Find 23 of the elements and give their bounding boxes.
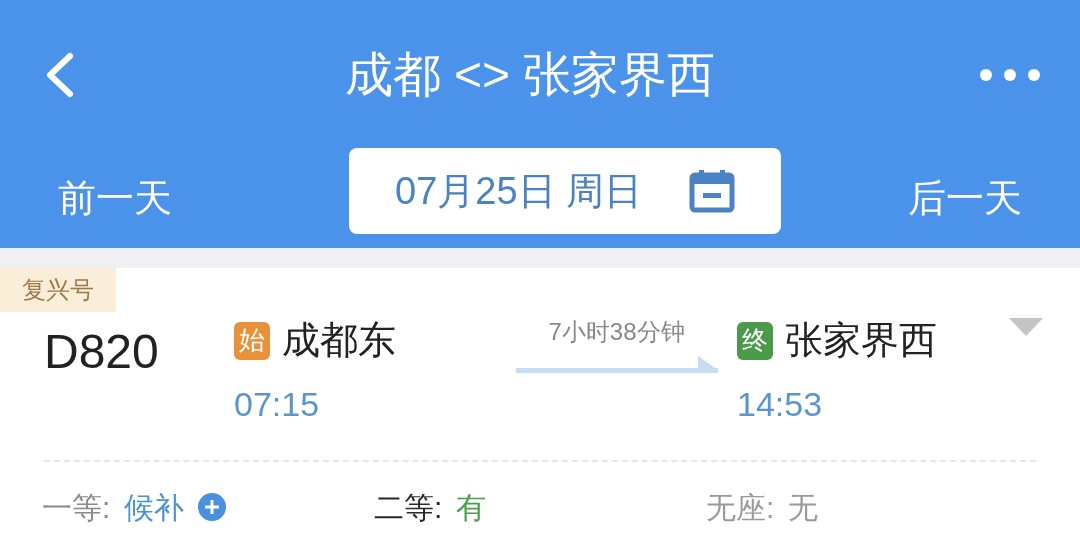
page-title: 成都 <> 张家界西 xyxy=(344,47,716,103)
previous-day-button[interactable]: 前一天 xyxy=(58,170,172,227)
arrival-time: 14:53 xyxy=(737,384,824,425)
seat-availability: 候补 xyxy=(124,489,185,526)
date-picker[interactable]: 07月25日 周日 xyxy=(349,148,781,234)
origin-tag: 始 xyxy=(234,321,270,360)
next-day-button[interactable]: 后一天 xyxy=(908,170,1022,227)
departure-time: 07:15 xyxy=(234,384,321,425)
travel-duration: 7小时38分钟 xyxy=(548,317,685,347)
terminal-tag: 终 xyxy=(737,321,773,360)
calendar-icon xyxy=(689,169,735,213)
seat-class-label: 一等: xyxy=(42,489,111,526)
seat-availability: 无 xyxy=(788,489,819,526)
seat-class-label: 二等: xyxy=(374,489,443,526)
seat-class-label: 无座: xyxy=(706,489,775,526)
train-card[interactable]: 复兴号 D820 始 成都东 07:15 7小时38分钟 终 张家界西 14:53 一等: 候补 二等: 有 无座: 无 xyxy=(0,268,1080,554)
expand-caret-icon[interactable] xyxy=(1009,318,1043,336)
train-type-badge: 复兴号 xyxy=(0,268,116,312)
add-icon[interactable] xyxy=(198,493,227,521)
seat-availability: 有 xyxy=(456,489,487,526)
train-number: D820 xyxy=(44,324,160,380)
departure-station: 成都东 xyxy=(282,318,396,363)
arrival-station: 张家界西 xyxy=(785,318,937,363)
